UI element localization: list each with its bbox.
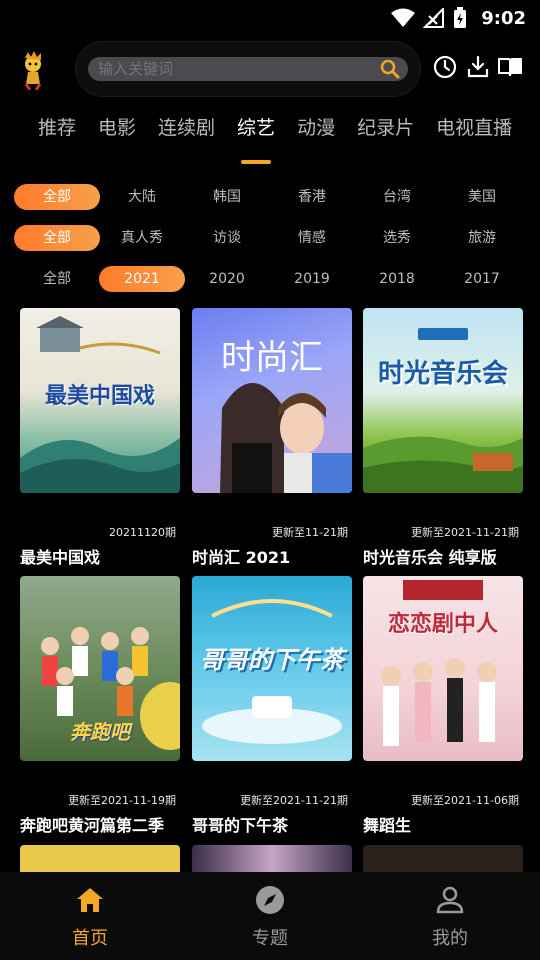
filter-region-taiwan[interactable]: 台湾 [354, 184, 440, 210]
tab-documentary[interactable]: 纪录片 [357, 110, 414, 146]
poster-title-text: 恋恋剧中人 [387, 612, 498, 637]
search-input[interactable] [98, 57, 368, 81]
tab-live-tv[interactable]: 电视直播 [436, 110, 512, 146]
app-logo-icon[interactable] [16, 50, 50, 90]
search-bar[interactable] [76, 42, 420, 96]
filter-region-all[interactable]: 全部 [14, 184, 100, 210]
tab-movies[interactable]: 电影 [98, 110, 136, 146]
wifi-icon [391, 8, 416, 27]
tab-recommend[interactable]: 推荐 [38, 110, 76, 146]
home-icon [77, 888, 103, 912]
video-card[interactable]: 恋恋剧中人 更新至2021-11-06期 舞蹈生 [363, 576, 523, 836]
header [0, 42, 540, 96]
filter-genre-reality[interactable]: 真人秀 [99, 225, 185, 251]
video-card[interactable]: 最美中国戏 20211120期 最美中国戏 [20, 308, 180, 568]
filter-region-usa[interactable]: 美国 [439, 184, 525, 210]
poster-image[interactable]: 哥哥的下午茶 [192, 576, 352, 761]
search-field[interactable] [88, 57, 408, 81]
poster-image[interactable]: 奔跑吧 [20, 576, 180, 761]
filter-row-genre: 全部 真人秀 访谈 情感 选秀 旅游 [14, 225, 526, 251]
nav-home[interactable]: 首页 [30, 884, 150, 950]
card-title[interactable]: 最美中国戏 [20, 544, 100, 568]
filter-genre-travel[interactable]: 旅游 [439, 225, 525, 251]
search-icon[interactable] [380, 59, 400, 79]
poster-art [363, 328, 523, 493]
episode-label: 更新至2021-11-21期 [240, 794, 348, 807]
tab-anime[interactable]: 动漫 [297, 110, 335, 146]
episode-label: 更新至2021-11-06期 [411, 794, 519, 807]
filter-genre-romance[interactable]: 情感 [269, 225, 355, 251]
status-time: 9:02 [481, 7, 526, 29]
poster-image[interactable] [20, 845, 180, 872]
poster-image[interactable] [363, 845, 523, 872]
video-card[interactable]: 哥哥的下午茶 更新至2021-11-21期 哥哥的下午茶 [192, 576, 352, 836]
card-title[interactable]: 奔跑吧黄河篇第二季 [20, 812, 164, 836]
filter-year-2018[interactable]: 2018 [354, 266, 440, 292]
filter-genre-all[interactable]: 全部 [14, 225, 100, 251]
poster-image[interactable]: 时尚汇 [192, 308, 352, 493]
poster-image[interactable] [192, 845, 352, 872]
poster-title-text: 最美中国戏 [44, 384, 155, 409]
filter-region-hongkong[interactable]: 香港 [269, 184, 355, 210]
book-icon[interactable] [497, 54, 523, 80]
history-icon[interactable] [432, 54, 458, 80]
bottom-nav: 首页 专题 我的 [0, 872, 540, 960]
poster-title-text: 奔跑吧 [70, 720, 130, 744]
poster-image[interactable]: 最美中国戏 [20, 308, 180, 493]
filter-genre-talk[interactable]: 访谈 [184, 225, 270, 251]
nav-topics[interactable]: 专题 [210, 884, 330, 950]
filter-year-all[interactable]: 全部 [14, 266, 100, 292]
poster-image[interactable]: 时光音乐会 [363, 308, 523, 493]
episode-label: 更新至2021-11-19期 [68, 794, 176, 807]
nav-label: 专题 [252, 928, 288, 949]
episode-label: 20211120期 [109, 526, 176, 539]
filter-year-2017[interactable]: 2017 [439, 266, 525, 292]
status-icons: 9:02 [391, 6, 526, 30]
filter-region-mainland[interactable]: 大陆 [99, 184, 185, 210]
video-card[interactable]: 时光音乐会 更新至2021-11-21期 时光音乐会 纯享版 [363, 308, 523, 568]
battery-icon [454, 7, 467, 28]
user-icon [436, 886, 464, 914]
filter-region-korea[interactable]: 韩国 [184, 184, 270, 210]
card-title[interactable]: 时尚汇 2021 [192, 544, 290, 568]
poster-title-text: 时光音乐会 [377, 359, 508, 389]
nav-label: 我的 [432, 928, 468, 949]
filter-year-2019[interactable]: 2019 [269, 266, 355, 292]
card-title[interactable]: 舞蹈生 [363, 812, 411, 836]
filter-year-2021[interactable]: 2021 [99, 266, 185, 292]
download-icon[interactable] [465, 54, 491, 80]
video-card[interactable]: 时尚汇 更新至11-21期 时尚汇 2021 [192, 308, 352, 568]
poster-title-text: 哥哥的下午茶 [200, 646, 344, 674]
filter-row-year: 全部 2021 2020 2019 2018 2017 [14, 266, 526, 292]
tab-series[interactable]: 连续剧 [158, 110, 215, 146]
nav-profile[interactable]: 我的 [390, 884, 510, 950]
tab-variety[interactable]: 综艺 [237, 110, 275, 146]
signal-icon [423, 8, 445, 28]
compass-icon [256, 886, 284, 914]
poster-art [381, 580, 497, 746]
filter-genre-talent[interactable]: 选秀 [354, 225, 440, 251]
episode-label: 更新至2021-11-21期 [411, 526, 519, 539]
poster-title-text: 时尚汇 [221, 338, 323, 378]
video-card[interactable]: 奔跑吧 更新至2021-11-19期 奔跑吧黄河篇第二季 [20, 576, 180, 836]
poster-image[interactable]: 恋恋剧中人 [363, 576, 523, 761]
card-title[interactable]: 哥哥的下午茶 [192, 812, 288, 836]
nav-label: 首页 [72, 928, 108, 949]
card-title[interactable]: 时光音乐会 纯享版 [363, 544, 497, 568]
episode-label: 更新至11-21期 [272, 526, 348, 539]
category-tabs: 推荐 电影 连续剧 综艺 动漫 纪录片 电视直播 [38, 110, 534, 170]
filter-row-region: 全部 大陆 韩国 香港 台湾 美国 [14, 184, 526, 210]
status-bar: 9:02 [0, 0, 540, 36]
filter-year-2020[interactable]: 2020 [184, 266, 270, 292]
